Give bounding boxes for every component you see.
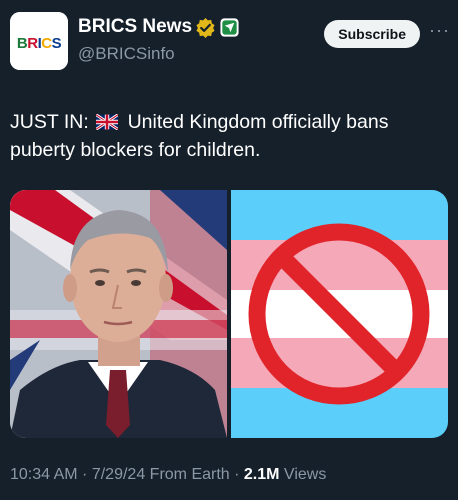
views-label: Views [279,466,327,483]
photo-trans-flag-prohibited[interactable] [231,190,448,438]
avatar[interactable]: BRICS [10,12,68,70]
svg-text:BRICS: BRICS [17,35,62,52]
tweet-date[interactable]: 7/29/24 [92,466,145,483]
portrait-image [10,190,227,438]
separator: · [77,466,92,483]
trans-flag-prohibition-image [231,190,448,438]
media-grid [10,190,448,438]
more-options-icon[interactable]: ··· [429,20,450,41]
display-name[interactable]: BRICS News [78,16,192,38]
brics-logo-icon: BRICS [10,12,68,70]
tweet-prefix: JUST IN: [10,111,89,133]
tweet-footer: 10:34 AM · 7/29/24 From Earth · 2.1M Vie… [10,466,326,484]
handle[interactable]: @BRICSinfo [78,44,240,64]
tweet-text: JUST IN: United Kingdom officially bans … [10,108,450,164]
tweet-source: From Earth [145,466,230,483]
views-count[interactable]: 2.1M [244,466,280,483]
uk-flag-icon [96,114,119,130]
author-name-row[interactable]: BRICS News [78,16,240,38]
author-block: BRICS News @BRICSinfo [78,16,240,64]
tweet-time[interactable]: 10:34 AM [10,466,78,483]
tweet-header: BRICS BRICS News @BRICSinfo Subscribe ··… [10,12,450,76]
separator: · [229,466,244,483]
gold-check-icon [196,17,215,38]
affiliate-badge-icon [220,17,239,37]
photo-keir-starmer[interactable] [10,190,227,438]
subscribe-button[interactable]: Subscribe [324,20,420,48]
